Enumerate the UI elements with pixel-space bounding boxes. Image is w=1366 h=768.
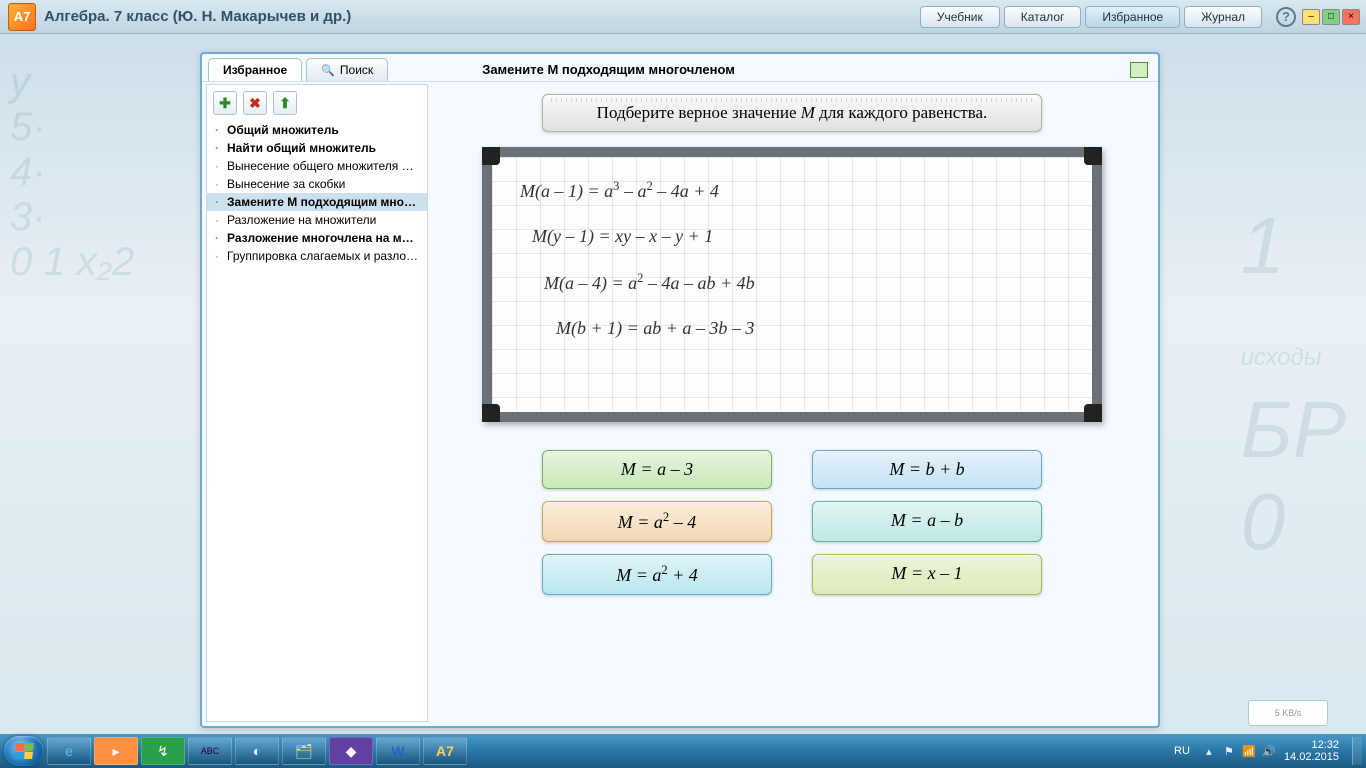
taskbar: e ▸ ↯ ABC ◐ 🗂 ◆ W A7 RU ▴ ⚑ 📶 🔊 12:32 14… [0, 734, 1366, 768]
sidebar-item-0[interactable]: Общий множитель [207, 121, 427, 139]
add-button[interactable]: ✚ [213, 91, 237, 115]
help-button[interactable]: ? [1276, 7, 1296, 27]
top-tab-2[interactable]: Избранное [1085, 6, 1180, 28]
taskbar-time: 12:32 [1284, 739, 1339, 751]
bg-deco-right: 1исходыБР0 [1241, 200, 1346, 568]
answer-option-4[interactable]: M = a2 + 4 [542, 554, 772, 595]
window-minimize-button[interactable]: – [1302, 9, 1320, 25]
tab-favorites[interactable]: Избранное [208, 58, 302, 81]
fullscreen-button[interactable] [1130, 62, 1148, 78]
answer-option-1[interactable]: M = b + b [812, 450, 1042, 489]
answer-option-0[interactable]: M = a – 3 [542, 450, 772, 489]
whiteboard: M(a – 1) = a3 – a2 – 4a + 4 M(y – 1) = xy… [482, 147, 1102, 422]
window-maximize-button[interactable]: □ [1322, 9, 1340, 25]
equation-1[interactable]: M(y – 1) = xy – x – y + 1 [532, 226, 1064, 247]
taskbar-app-abc[interactable]: ABC [188, 737, 232, 765]
taskbar-app-current[interactable]: A7 [423, 737, 467, 765]
equation-0[interactable]: M(a – 1) = a3 – a2 – 4a + 4 [520, 179, 1064, 202]
equation-2[interactable]: M(a – 4) = a2 – 4a – ab + 4b [544, 271, 1064, 294]
main-panel: Избранное 🔍 Поиск Замените M подходящим … [200, 52, 1160, 728]
taskbar-app-ie[interactable]: e [47, 737, 91, 765]
sidebar-item-1[interactable]: Найти общий множитель [207, 139, 427, 157]
sidebar-item-4[interactable]: Замените M подходящим многоч... [207, 193, 427, 211]
search-icon: 🔍 [321, 64, 335, 77]
content: Подберите верное значение M для каждого … [432, 84, 1152, 720]
top-tab-3[interactable]: Журнал [1184, 6, 1262, 28]
taskbar-app-purple[interactable]: ◆ [329, 737, 373, 765]
taskbar-app-media[interactable]: ▸ [94, 737, 138, 765]
delete-button[interactable]: ✖ [243, 91, 267, 115]
panel-tabs: Избранное 🔍 Поиск Замените M подходящим … [202, 54, 1158, 82]
tray-flag-icon[interactable]: ⚑ [1222, 744, 1236, 758]
show-desktop-button[interactable] [1352, 737, 1362, 765]
taskbar-app-green[interactable]: ↯ [141, 737, 185, 765]
tab-search[interactable]: 🔍 Поиск [306, 58, 388, 81]
taskbar-clock[interactable]: 12:32 14.02.2015 [1284, 739, 1339, 763]
exercise-prompt: Подберите верное значение M для каждого … [542, 94, 1042, 132]
language-indicator[interactable]: RU [1170, 745, 1194, 757]
taskbar-date: 14.02.2015 [1284, 751, 1339, 763]
tab-favorites-label: Избранное [223, 63, 287, 77]
tray-volume-icon[interactable]: 🔊 [1262, 744, 1276, 758]
taskbar-app-word[interactable]: W [376, 737, 420, 765]
sidebar-item-7[interactable]: Группировка слагаемых и разлож... [207, 247, 427, 265]
app-title: Алгебра. 7 класс (Ю. Н. Макарычев и др.) [44, 8, 351, 25]
sidebar-item-6[interactable]: Разложение многочлена на множ... [207, 229, 427, 247]
bg-deco-left: y5·4·3·0 1 x₂2 [10, 60, 134, 285]
sidebar-tools: ✚ ✖ ⬆ [207, 85, 427, 121]
tray-network-icon[interactable]: 📶 [1242, 744, 1256, 758]
sidebar: ✚ ✖ ⬆ Общий множительНайти общий множите… [206, 84, 428, 722]
answer-option-3[interactable]: M = a – b [812, 501, 1042, 542]
window-close-button[interactable]: × [1342, 9, 1360, 25]
sidebar-item-2[interactable]: Вынесение общего множителя за ... [207, 157, 427, 175]
taskbar-app-chrome[interactable]: ◐ [235, 737, 279, 765]
start-button[interactable] [4, 736, 44, 766]
equation-3[interactable]: M(b + 1) = ab + a – 3b – 3 [556, 318, 1064, 339]
titlebar: A7 Алгебра. 7 класс (Ю. Н. Макарычев и д… [0, 0, 1366, 34]
tab-search-label: Поиск [340, 63, 373, 77]
windows-logo-icon [14, 743, 34, 759]
answer-option-5[interactable]: M = x – 1 [812, 554, 1042, 595]
taskbar-app-explorer[interactable]: 🗂 [282, 737, 326, 765]
sidebar-item-3[interactable]: Вынесение за скобки [207, 175, 427, 193]
system-tray: RU ▴ ⚑ 📶 🔊 12:32 14.02.2015 [1170, 739, 1339, 763]
top-tab-0[interactable]: Учебник [920, 6, 1000, 28]
answer-option-2[interactable]: M = a2 – 4 [542, 501, 772, 542]
tray-chevron-icon[interactable]: ▴ [1202, 744, 1216, 758]
app-icon: A7 [8, 3, 36, 31]
up-button[interactable]: ⬆ [273, 91, 297, 115]
topic-title: Замените M подходящим многочленом [482, 62, 735, 77]
top-tab-1[interactable]: Каталог [1004, 6, 1082, 28]
network-indicator: 5 KB/s [1248, 700, 1328, 726]
sidebar-item-5[interactable]: Разложение на множители [207, 211, 427, 229]
